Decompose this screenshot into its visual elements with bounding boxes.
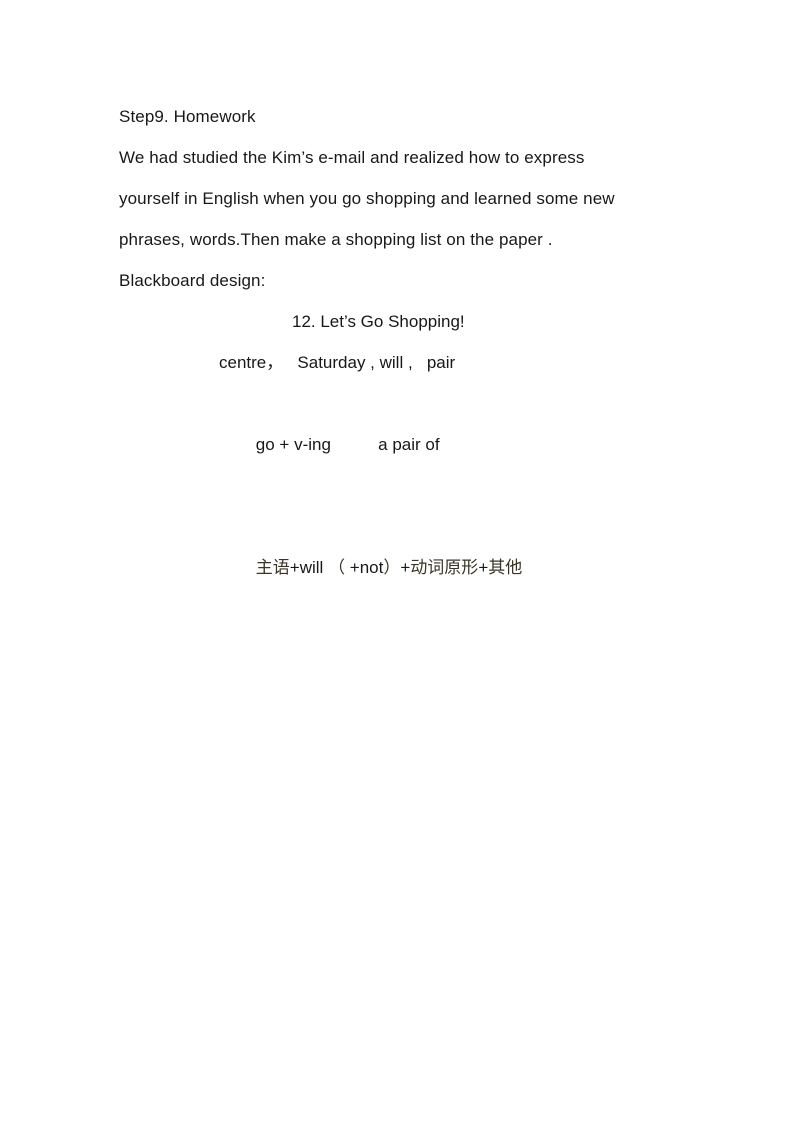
grammar-plus-1: + — [400, 558, 411, 577]
phrase-spacer — [331, 435, 378, 454]
grammar-not: +not — [345, 558, 384, 577]
grammar-plus-2: + — [478, 558, 489, 577]
grammar-other-cjk: 其他 — [488, 558, 523, 578]
grammar-subject-cjk: 主语 — [255, 558, 290, 578]
grammar-paren-open: （ — [328, 558, 346, 578]
grammar-will: +will — [289, 558, 324, 577]
phrase-a-pair-of: a pair of — [378, 435, 440, 454]
homework-paragraph-line-3: phrases, words.Then make a shopping list… — [119, 230, 553, 249]
section-heading-step9: Step9. Homework — [119, 107, 256, 126]
blackboard-design-block: 12. Let’s Go Shopping! centre， Saturday … — [119, 301, 677, 630]
homework-paragraph: We had studied the Kim’s e-mail and real… — [119, 137, 677, 260]
blackboard-vocabulary-row: centre， Saturday , will , pair — [219, 353, 456, 372]
phrase-go-v-ing: go + v-ing — [255, 435, 331, 454]
blackboard-grammar-row: 主语+will （ +not）+动词原形+其他 — [119, 506, 677, 630]
grammar-verb-base-cjk: 动词原形 — [410, 558, 479, 578]
blackboard-title: 12. Let’s Go Shopping! — [292, 312, 465, 331]
blackboard-phrase-row: go + v-ing a pair of — [119, 383, 677, 506]
document-body: Step9. Homework We had studied the Kim’s… — [119, 96, 677, 630]
document-page: Step9. Homework We had studied the Kim’s… — [0, 0, 794, 1123]
blackboard-design-label: Blackboard design: — [119, 271, 266, 290]
homework-paragraph-line-1: We had studied the Kim’s e-mail and real… — [119, 148, 585, 167]
grammar-paren-close: ） — [383, 558, 401, 578]
homework-paragraph-line-2: yourself in English when you go shopping… — [119, 189, 615, 208]
